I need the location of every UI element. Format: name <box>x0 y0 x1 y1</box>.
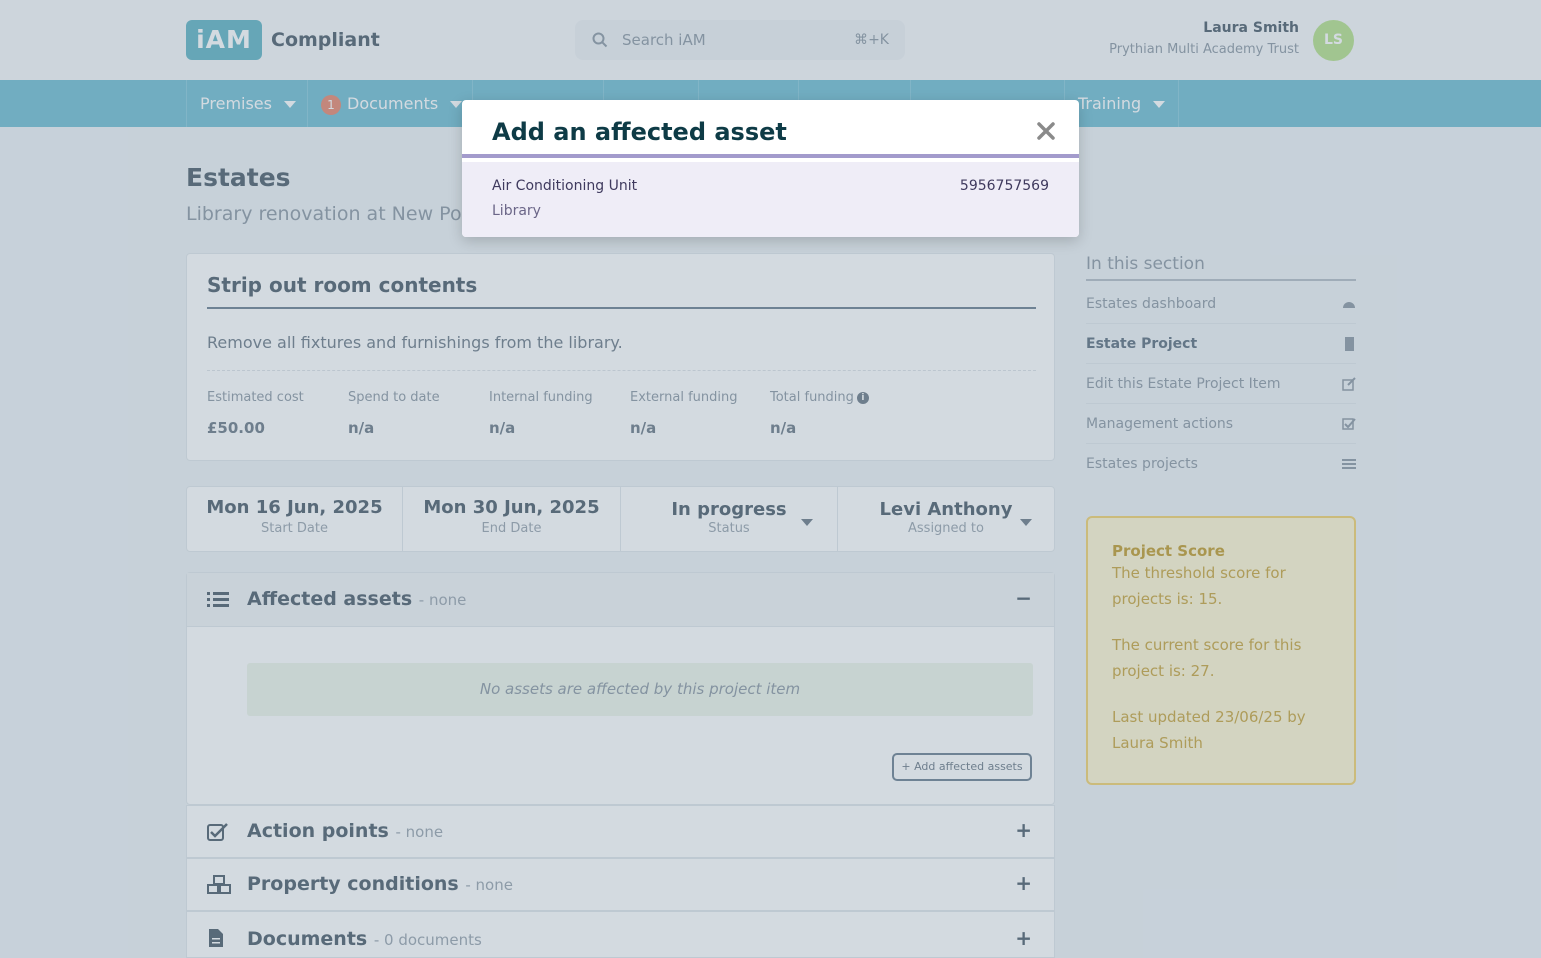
asset-location: Library <box>492 203 541 219</box>
asset-option[interactable]: Air Conditioning Unit 5956757569 Library <box>462 162 1079 237</box>
close-icon[interactable] <box>1035 120 1057 142</box>
add-asset-modal: Add an affected asset Air Conditioning U… <box>462 100 1079 237</box>
asset-name: Air Conditioning Unit <box>492 178 638 194</box>
asset-id: 5956757569 <box>959 178 1049 194</box>
modal-header: Add an affected asset <box>462 100 1079 158</box>
modal-title: Add an affected asset <box>492 118 787 146</box>
